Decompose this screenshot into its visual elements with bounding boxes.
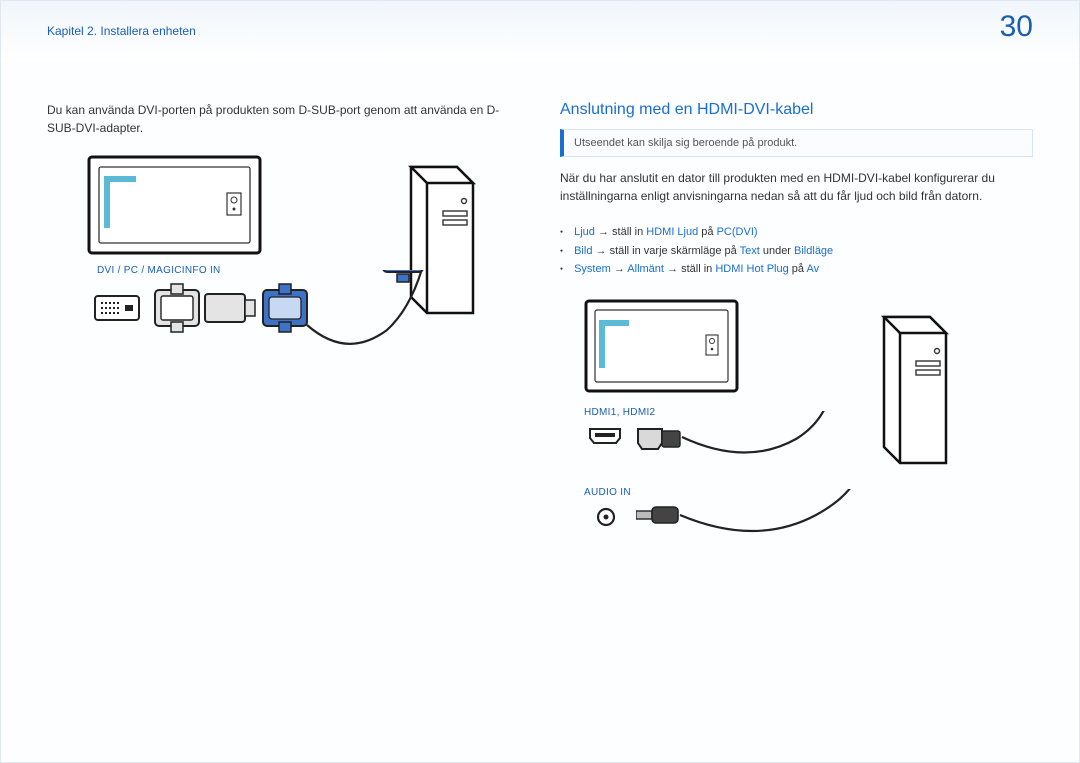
hdmi-dvi-diagram: HDMI1, HDMI2 AUDIO IN [560, 299, 1033, 579]
bullet-picture: Bild → ställ in varje skärmläge på Text … [560, 242, 1033, 261]
left-intro: Du kan använda DVI-porten på produkten s… [47, 101, 520, 137]
bullet-system: System → Allmänt → ställ in HDMI Hot Plu… [560, 260, 1033, 279]
dvi-dsub-diagram: DVI / PC / MAGICINFO IN [47, 155, 520, 375]
left-column: Du kan använda DVI-porten på produkten s… [47, 101, 520, 579]
right-column: Anslutning med en HDMI-DVI-kabel Utseend… [560, 101, 1033, 579]
hdmi-dvi-section-title: Anslutning med en HDMI-DVI-kabel [560, 101, 1033, 119]
chapter-label: Kapitel 2. Installera enheten [47, 24, 196, 38]
settings-bullets: Ljud → ställ in HDMI Ljud på PC(DVI) Bil… [560, 223, 1033, 279]
page: Kapitel 2. Installera enheten 30 Du kan … [0, 0, 1080, 763]
bullet-audio: Ljud → ställ in HDMI Ljud på PC(DVI) [560, 223, 1033, 242]
content: Du kan använda DVI-porten på produkten s… [1, 61, 1079, 579]
page-number: 30 [1000, 10, 1033, 44]
header: Kapitel 2. Installera enheten 30 [1, 1, 1079, 61]
right-body: När du har anslutit en dator till produk… [560, 169, 1033, 205]
audio-in-label: AUDIO IN [584, 487, 631, 498]
appearance-note: Utseendet kan skilja sig beroende på pro… [560, 129, 1033, 157]
